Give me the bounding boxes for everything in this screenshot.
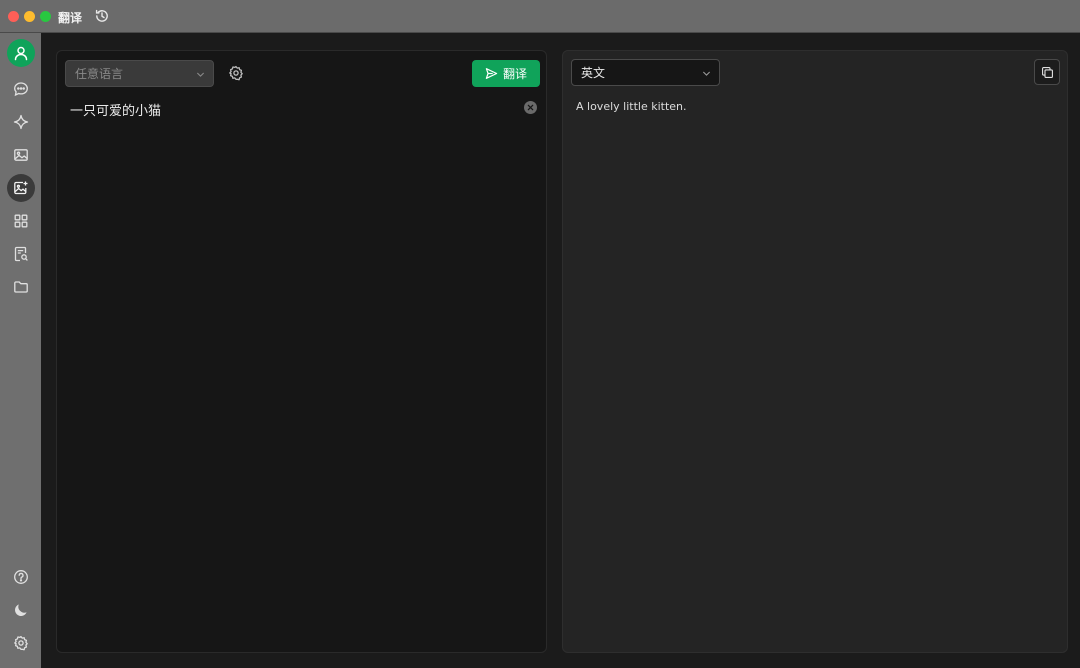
clear-text-button[interactable] xyxy=(524,101,537,114)
translate-button[interactable]: 翻译 xyxy=(472,60,540,87)
image-add-icon xyxy=(14,181,28,195)
sidebar-item-files[interactable] xyxy=(7,273,35,301)
user-avatar-icon xyxy=(14,46,28,61)
translation-result: A lovely little kitten. xyxy=(576,100,687,113)
sidebar-theme-toggle[interactable] xyxy=(7,596,35,624)
source-panel: 任意语言 翻译 一只可爱的小猫 xyxy=(56,50,547,653)
user-avatar-button[interactable] xyxy=(7,39,35,67)
sidebar-item-ai[interactable] xyxy=(7,108,35,136)
window-minimize-button[interactable] xyxy=(24,11,35,22)
chevron-down-icon xyxy=(196,72,205,77)
window-maximize-button[interactable] xyxy=(40,11,51,22)
result-panel: 英文 A lovely little kitten. xyxy=(562,50,1068,653)
help-icon xyxy=(14,570,28,584)
sidebar-settings[interactable] xyxy=(7,629,35,657)
sidebar-item-documents[interactable] xyxy=(7,240,35,268)
moon-theme-icon xyxy=(15,604,27,616)
source-text-input[interactable]: 一只可爱的小猫 xyxy=(70,100,161,119)
source-language-placeholder: 任意语言 xyxy=(75,67,124,81)
chevron-down-icon xyxy=(702,71,711,76)
target-language-value: 英文 xyxy=(581,66,606,80)
main-area: 任意语言 翻译 一只可爱的小猫 英文 A lovely little kitte… xyxy=(41,33,1080,668)
settings-gear-icon xyxy=(14,635,28,651)
target-language-select[interactable]: 英文 xyxy=(571,59,720,86)
sidebar-item-translate[interactable] xyxy=(7,174,35,202)
folder-icon xyxy=(14,281,28,293)
grid-apps-icon xyxy=(14,214,28,228)
translate-button-label: 翻译 xyxy=(502,67,527,81)
copy-icon xyxy=(1041,66,1053,78)
copy-result-button[interactable] xyxy=(1034,59,1060,85)
sidebar-item-apps[interactable] xyxy=(7,207,35,235)
sparkle-icon xyxy=(13,114,29,130)
window-close-button[interactable] xyxy=(8,11,19,22)
document-search-icon xyxy=(14,246,28,262)
window-title: 翻译 xyxy=(58,11,83,25)
title-bar: 翻译 xyxy=(0,0,1080,33)
source-language-select[interactable]: 任意语言 xyxy=(65,60,214,87)
translate-settings-gear-icon[interactable] xyxy=(228,65,244,81)
close-icon xyxy=(527,104,534,111)
chat-bubble-icon xyxy=(14,82,28,97)
sidebar-item-images[interactable] xyxy=(7,141,35,169)
sidebar-help[interactable] xyxy=(7,563,35,591)
image-icon xyxy=(14,149,28,161)
history-icon[interactable] xyxy=(94,8,110,24)
sidebar xyxy=(0,33,41,668)
send-icon xyxy=(485,68,498,79)
sidebar-item-chat[interactable] xyxy=(7,75,35,103)
